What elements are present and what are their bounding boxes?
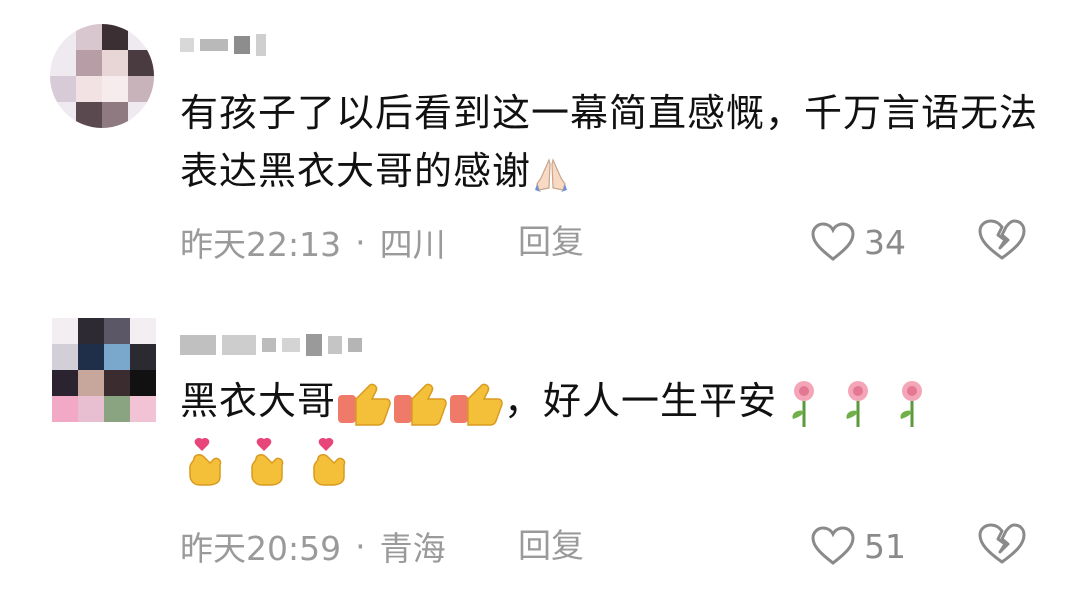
location: 青海 [379,529,446,568]
thumbs-up-icon [392,381,448,427]
comment-item: 黑衣大哥 ，好人一生平安 昨天20:59 · 青海 回复 51 [0,300,1080,589]
dislike-button[interactable] [976,522,1028,570]
like-count: 51 [864,526,906,566]
finger-heart-icon [180,437,242,487]
avatar[interactable] [52,318,156,422]
rose-icon [777,379,831,429]
comment-text: 黑衣大哥 ，好人一生平安 [180,372,1040,488]
rose-icon [885,379,939,429]
heart-outline-icon [810,526,856,566]
dislike-button[interactable] [976,218,1028,266]
heart-outline-icon [810,222,856,262]
comment-meta: 昨天22:13 · 四川 [180,218,446,266]
comment-text: 有孩子了以后看到这一幕简直感慨，千万言语无法表达黑衣大哥的感谢 [180,91,1039,194]
timestamp: 昨天22:13 [180,225,342,264]
location: 四川 [379,225,446,264]
like-button[interactable]: 34 [810,218,906,266]
separator: · [355,526,366,566]
reply-button[interactable]: 回复 [518,218,584,266]
comment-meta: 昨天20:59 · 青海 [180,522,446,570]
thumbs-up-icon [336,381,392,427]
praying-hands-icon [531,154,571,194]
separator: · [355,222,366,262]
like-count: 34 [864,222,906,262]
broken-heart-icon [976,522,1028,566]
broken-heart-icon [976,218,1028,262]
username-obscured[interactable] [180,30,266,60]
like-button[interactable]: 51 [810,522,906,570]
finger-heart-icon [242,437,304,487]
reply-button[interactable]: 回复 [518,522,584,570]
timestamp: 昨天20:59 [180,529,342,568]
finger-heart-icon [304,437,366,487]
thumbs-up-icon [448,381,504,427]
username-obscured[interactable] [180,330,362,360]
avatar[interactable] [50,24,154,128]
comment-item: 有孩子了以后看到这一幕简直感慨，千万言语无法表达黑衣大哥的感谢 昨天22:13 … [0,0,1080,300]
rose-icon [831,379,885,429]
